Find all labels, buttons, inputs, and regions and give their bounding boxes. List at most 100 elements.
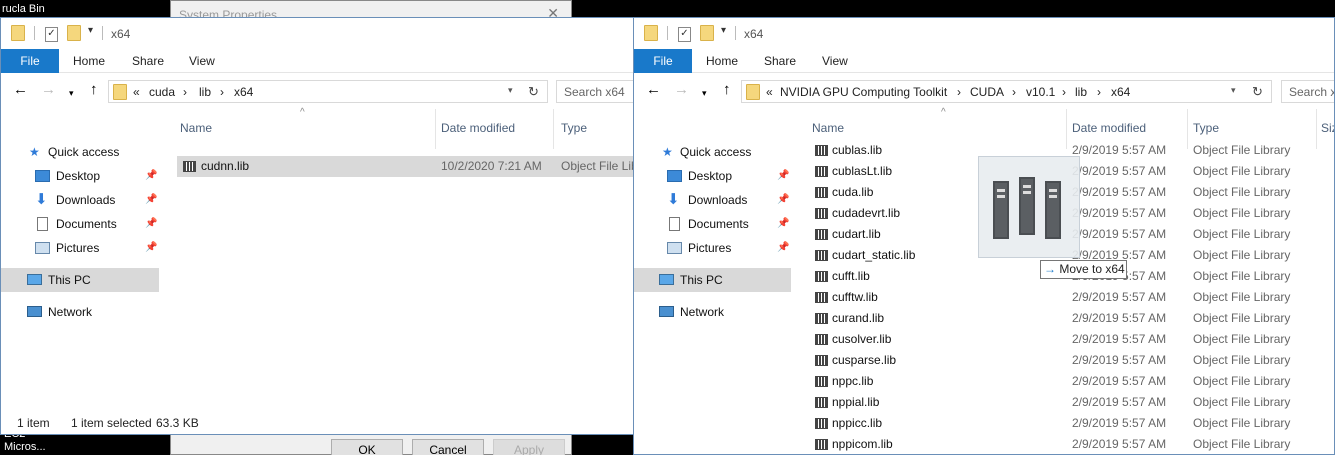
chevron-down-icon[interactable]: ▾ — [69, 86, 74, 100]
ok-button[interactable]: OK — [331, 439, 403, 455]
title-bar: ✓ ▾ x64 — [634, 18, 1334, 49]
refresh-icon[interactable]: ↻ — [1252, 84, 1263, 100]
breadcrumb-lib[interactable]: lib — [199, 85, 211, 99]
forward-arrow-icon[interactable]: → — [41, 82, 56, 97]
column-type[interactable]: Type — [557, 109, 633, 149]
nav-this-pc[interactable]: This PC — [1, 268, 159, 292]
back-arrow-icon[interactable]: ← — [13, 82, 28, 97]
customize-toolbar-icon[interactable]: ▾ — [721, 25, 726, 36]
library-file-icon — [815, 355, 828, 366]
properties-icon[interactable]: ✓ — [45, 25, 58, 42]
file-row[interactable]: nppicc.lib 2/9/2019 5:57 AM Object File … — [810, 413, 1330, 434]
nav-downloads[interactable]: ⬇ Downloads 📌 — [1, 188, 161, 212]
pin-icon[interactable]: 📌 — [145, 188, 157, 212]
file-name: cudadevrt.lib — [832, 206, 901, 220]
breadcrumb-x64[interactable]: x64 — [1111, 85, 1130, 99]
nav-pictures[interactable]: Pictures 📌 — [1, 236, 161, 260]
breadcrumb-x64[interactable]: x64 — [234, 85, 253, 99]
tab-view[interactable]: View — [822, 49, 848, 73]
breadcrumb-overflow[interactable]: « — [133, 85, 140, 99]
address-dropdown-icon[interactable]: ▾ — [1231, 85, 1236, 96]
pin-icon[interactable]: 📌 — [777, 212, 789, 236]
tab-share[interactable]: Share — [132, 49, 164, 73]
tab-file[interactable]: File — [634, 49, 692, 73]
file-row[interactable]: nppc.lib 2/9/2019 5:57 AM Object File Li… — [810, 371, 1330, 392]
cancel-button[interactable]: Cancel — [412, 439, 484, 455]
nav-downloads[interactable]: ⬇ Downloads 📌 — [634, 188, 794, 212]
column-name[interactable]: Name — [176, 109, 436, 149]
nav-desktop[interactable]: Desktop 📌 — [634, 164, 794, 188]
file-row[interactable]: nppicom.lib 2/9/2019 5:57 AM Object File… — [810, 434, 1330, 454]
library-file-icon — [815, 376, 828, 387]
breadcrumb-separator[interactable]: › — [1012, 85, 1016, 99]
nav-quick-access[interactable]: ★ Quick access — [1, 140, 161, 164]
library-file-icon — [815, 418, 828, 429]
tab-view[interactable]: View — [189, 49, 215, 73]
nav-network[interactable]: Network — [1, 300, 161, 324]
breadcrumb-separator[interactable]: › — [957, 85, 961, 99]
breadcrumb-v10-1[interactable]: v10.1 — [1026, 85, 1055, 99]
pin-icon[interactable]: 📌 — [145, 212, 157, 236]
file-row[interactable]: cusolver.lib 2/9/2019 5:57 AM Object Fil… — [810, 329, 1330, 350]
file-row[interactable]: cufftw.lib 2/9/2019 5:57 AM Object File … — [810, 287, 1330, 308]
pin-icon[interactable]: 📌 — [777, 188, 789, 212]
pin-icon[interactable]: 📌 — [777, 236, 789, 260]
folder-icon — [746, 84, 760, 100]
file-row[interactable]: nppial.lib 2/9/2019 5:57 AM Object File … — [810, 392, 1330, 413]
tab-home[interactable]: Home — [706, 49, 738, 73]
file-date: 10/2/2020 7:21 AM — [441, 159, 542, 173]
refresh-icon[interactable]: ↻ — [528, 84, 539, 100]
file-row[interactable]: cusparse.lib 2/9/2019 5:57 AM Object Fil… — [810, 350, 1330, 371]
pin-icon[interactable]: 📌 — [145, 236, 157, 260]
new-folder-icon[interactable] — [67, 25, 81, 42]
nav-documents[interactable]: Documents 📌 — [1, 212, 161, 236]
library-file-icon — [815, 187, 828, 198]
file-row-cudnn[interactable]: cudnn.lib 10/2/2020 7:21 AM Object File … — [177, 156, 633, 177]
tab-home[interactable]: Home — [73, 49, 105, 73]
nav-this-pc[interactable]: This PC — [634, 268, 791, 292]
breadcrumb-separator[interactable]: › — [1097, 85, 1101, 99]
file-row[interactable]: curand.lib 2/9/2019 5:57 AM Object File … — [810, 308, 1330, 329]
up-arrow-icon[interactable]: ↑ — [90, 82, 98, 97]
file-date: 2/9/2019 5:57 AM — [1072, 206, 1167, 220]
up-arrow-icon[interactable]: ↑ — [723, 82, 731, 97]
column-date-modified[interactable]: Date modified — [437, 109, 554, 149]
address-box[interactable]: « cuda › lib › x64 ▾ ↻ — [108, 80, 548, 103]
forward-arrow-icon[interactable]: → — [674, 82, 689, 97]
breadcrumb-separator[interactable]: › — [183, 85, 187, 99]
computer-icon — [659, 274, 674, 285]
file-type: Object File Library — [1193, 206, 1291, 220]
breadcrumb-cuda[interactable]: CUDA — [970, 85, 1004, 99]
tab-share[interactable]: Share — [764, 49, 796, 73]
pin-icon[interactable]: 📌 — [777, 164, 789, 188]
breadcrumb-separator[interactable]: › — [1062, 85, 1066, 99]
breadcrumb-nvidia-gpu-computing-toolkit[interactable]: NVIDIA GPU Computing Toolkit — [780, 85, 947, 99]
breadcrumb-separator[interactable]: › — [220, 85, 224, 99]
separator — [735, 26, 736, 40]
star-icon: ★ — [29, 145, 40, 159]
file-date: 2/9/2019 5:57 AM — [1072, 290, 1167, 304]
nav-quick-access[interactable]: ★ Quick access — [634, 140, 794, 164]
nav-network[interactable]: Network — [634, 300, 794, 324]
file-date: 2/9/2019 5:57 AM — [1072, 395, 1167, 409]
chevron-down-icon[interactable]: ▾ — [702, 86, 707, 100]
new-folder-icon[interactable] — [700, 25, 714, 42]
breadcrumb-lib[interactable]: lib — [1075, 85, 1087, 99]
nav-pictures[interactable]: Pictures 📌 — [634, 236, 794, 260]
customize-toolbar-icon[interactable]: ▾ — [88, 25, 93, 36]
file-date: 2/9/2019 5:57 AM — [1072, 164, 1167, 178]
back-arrow-icon[interactable]: ← — [646, 82, 661, 97]
pin-icon[interactable]: 📌 — [145, 164, 157, 188]
properties-icon[interactable]: ✓ — [678, 25, 691, 42]
nav-documents[interactable]: Documents 📌 — [634, 212, 794, 236]
address-dropdown-icon[interactable]: ▾ — [508, 85, 513, 96]
address-box[interactable]: « NVIDIA GPU Computing Toolkit › CUDA › … — [741, 80, 1272, 103]
tab-file[interactable]: File — [1, 49, 59, 73]
search-input[interactable]: Search x64 — [1281, 80, 1334, 103]
search-input[interactable]: Search x64 — [556, 80, 633, 103]
apply-button[interactable]: Apply — [493, 439, 565, 455]
nav-desktop[interactable]: Desktop 📌 — [1, 164, 161, 188]
file-type: Object File Library — [1193, 416, 1291, 430]
breadcrumb-overflow[interactable]: « — [766, 85, 773, 99]
breadcrumb-cuda[interactable]: cuda — [149, 85, 175, 99]
